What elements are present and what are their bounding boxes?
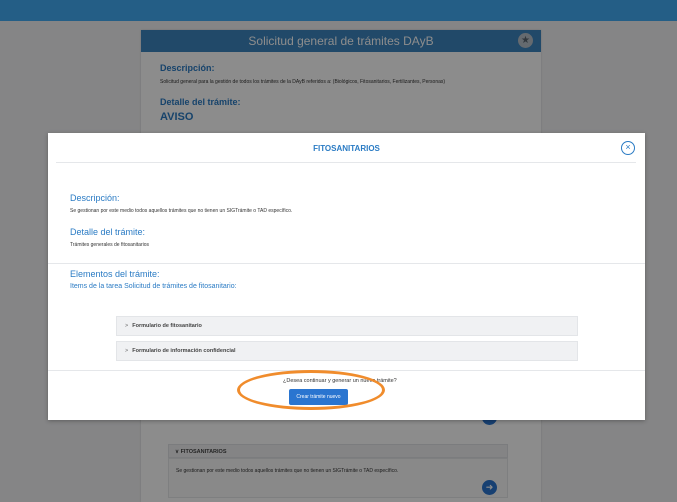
elementos-heading: Elementos del trámite: xyxy=(70,269,160,279)
divider xyxy=(48,263,645,264)
accordion-item-formulario-fitosanitario[interactable]: > Formulario de fitosanitario xyxy=(116,316,578,336)
highlight-annotation xyxy=(237,370,385,410)
chevron-right-icon: > xyxy=(125,348,129,354)
detalle-heading: Detalle del trámite: xyxy=(70,227,146,237)
accordion-item-formulario-confidencial[interactable]: > Formulario de información confidencial xyxy=(116,341,578,361)
top-bar xyxy=(0,0,677,21)
accordion-item-label: Formulario de fitosanitario xyxy=(132,323,202,329)
items-title: Items de la tarea Solicitud de trámites … xyxy=(70,283,237,290)
detalle-text: Trámites generales de fitosanitarios xyxy=(70,242,150,248)
accordion-item-label: Formulario de información confidencial xyxy=(132,348,236,354)
modal-title: FITOSANITARIOS xyxy=(313,144,380,153)
close-icon[interactable]: × xyxy=(621,141,635,155)
descripcion-heading: Descripción: xyxy=(70,193,120,203)
chevron-right-icon: > xyxy=(125,323,129,329)
descripcion-text: Se gestionan por este medio todos aquell… xyxy=(70,208,293,214)
divider xyxy=(48,370,645,371)
divider xyxy=(56,162,636,163)
